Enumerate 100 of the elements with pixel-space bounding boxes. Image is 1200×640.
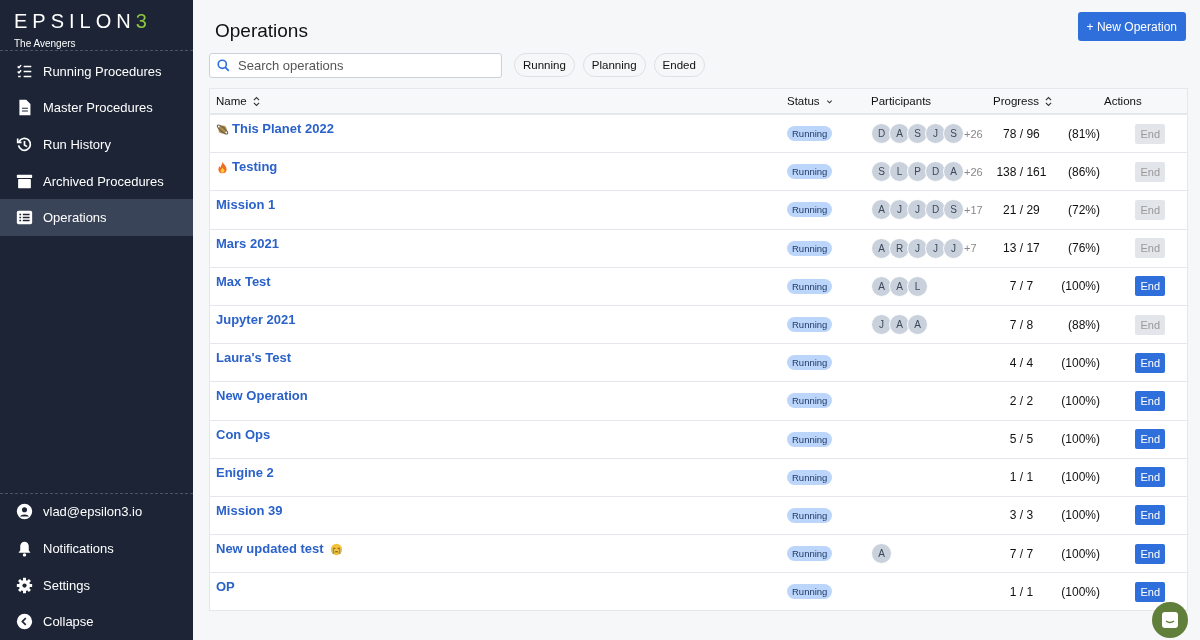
progress-count: 1 / 1 (1008, 470, 1035, 485)
progress-count: 1 / 1 (1008, 584, 1035, 599)
sidebar-item[interactable]: Run History (0, 126, 193, 163)
progress-percent: (100%) (1060, 546, 1100, 561)
progress-percent: (86%) (1067, 164, 1100, 179)
crying-emoji-icon (329, 543, 343, 557)
status-badge: Running (787, 546, 833, 562)
end-button[interactable]: End (1135, 429, 1165, 450)
end-button[interactable]: End (1135, 467, 1165, 488)
history-icon (16, 136, 33, 153)
status-badge: Running (787, 202, 833, 218)
progress-percent: (76%) (1067, 241, 1100, 256)
progress-count: 13 / 17 (1002, 241, 1041, 256)
avatar: A (871, 543, 892, 565)
status-badge: Running (787, 507, 833, 523)
status-badge: Running (787, 355, 833, 371)
archive-icon (16, 172, 33, 190)
operation-link[interactable]: Laura's Test (216, 350, 292, 366)
avatar: A (943, 161, 964, 183)
column-header[interactable]: Actions (1104, 95, 1142, 107)
status-badge: Running (787, 240, 833, 256)
operation-link[interactable]: New Operation (216, 388, 308, 404)
progress-count: 7 / 7 (1008, 279, 1035, 294)
search-field[interactable]: Search operations (209, 52, 502, 78)
avatar: J (925, 123, 946, 145)
progress-count: 2 / 2 (1008, 393, 1035, 408)
status-badge: Running (787, 584, 833, 600)
progress-percent: (100%) (1060, 470, 1100, 485)
sidebar-item[interactable]: Master Procedures (0, 89, 193, 127)
avatar: A (871, 275, 892, 297)
filter-chip[interactable]: Running (514, 53, 575, 77)
progress-percent: (100%) (1060, 584, 1100, 599)
avatar: J (889, 199, 910, 221)
avatar: S (943, 123, 964, 145)
progress-count: 3 / 3 (1008, 508, 1035, 523)
end-button[interactable]: End (1135, 505, 1165, 526)
end-button[interactable]: End (1135, 352, 1165, 373)
status-badge: Running (787, 164, 833, 180)
fire-icon (216, 161, 229, 175)
progress-percent: (100%) (1060, 508, 1100, 523)
operation-link[interactable]: Enigine 2 (216, 464, 274, 480)
avatar: J (871, 314, 892, 336)
progress-percent: (81%) (1067, 126, 1100, 141)
column-header[interactable]: Name (216, 95, 247, 107)
operation-link[interactable]: New updated test (216, 541, 324, 557)
status-badge: Running (787, 126, 833, 142)
sidebar-item[interactable]: Collapse (0, 603, 193, 640)
avatar: A (889, 275, 910, 297)
avatar: A (889, 314, 910, 336)
end-button[interactable]: End (1135, 390, 1165, 411)
sidebar-item[interactable]: Notifications (0, 530, 193, 567)
avatar: J (907, 237, 928, 259)
avatar: S (871, 161, 892, 183)
status-badge: Running (787, 317, 833, 333)
sort-icon[interactable] (252, 95, 260, 107)
avatar: A (871, 237, 892, 259)
avatar: S (943, 199, 964, 221)
column-header[interactable]: Progress (993, 95, 1040, 107)
chat-icon (1160, 610, 1180, 630)
end-button[interactable]: End (1135, 276, 1165, 297)
status-badge: Running (787, 431, 833, 447)
list-icon (16, 209, 33, 227)
avatar: P (907, 161, 928, 183)
filter-chip[interactable]: Planning (582, 53, 646, 77)
search-icon (217, 58, 230, 72)
column-header[interactable]: Status (787, 95, 820, 107)
sidebar-item[interactable]: Archived Procedures (0, 162, 193, 200)
chevron-left-icon (16, 613, 33, 631)
progress-count: 4 / 4 (1008, 355, 1035, 370)
sidebar-item[interactable]: Operations (0, 199, 193, 236)
participant-count: +7 (964, 242, 977, 255)
operation-link[interactable]: Con Ops (216, 426, 271, 442)
filter-chip[interactable]: Ended (653, 53, 705, 77)
column-header[interactable]: Participants (871, 95, 932, 107)
sort-icon[interactable] (1045, 95, 1053, 107)
avatar: L (907, 275, 928, 297)
avatar: J (907, 199, 928, 221)
operation-link[interactable]: OP (216, 579, 235, 595)
bell-icon (16, 540, 33, 557)
avatar: A (871, 199, 892, 221)
new-operation-button[interactable]: + New Operation (1077, 12, 1186, 41)
progress-count: 78 / 96 (1002, 126, 1041, 141)
end-button[interactable]: End (1135, 543, 1165, 564)
chat-launcher-button[interactable] (1152, 602, 1188, 638)
operation-link[interactable]: Max Test (216, 273, 271, 289)
planet-icon (216, 123, 229, 136)
progress-count: 7 / 8 (1008, 317, 1035, 332)
progress-percent: (100%) (1060, 355, 1100, 370)
operation-link[interactable]: Mission 39 (216, 502, 283, 518)
avatar: A (907, 314, 928, 336)
sidebar-item[interactable]: Running Procedures (0, 53, 193, 90)
progress-count: 5 / 5 (1008, 432, 1035, 447)
end-button[interactable]: End (1135, 581, 1165, 602)
gear-icon (16, 576, 33, 594)
sidebar-item[interactable]: vlad@epsilon3.io (0, 493, 193, 531)
avatar: A (889, 123, 910, 145)
participant-count: +26 (964, 165, 983, 178)
logo: EPSILON 3 (14, 10, 153, 32)
sidebar-item[interactable]: Settings (0, 566, 193, 604)
progress-count: 21 / 29 (1002, 202, 1041, 217)
